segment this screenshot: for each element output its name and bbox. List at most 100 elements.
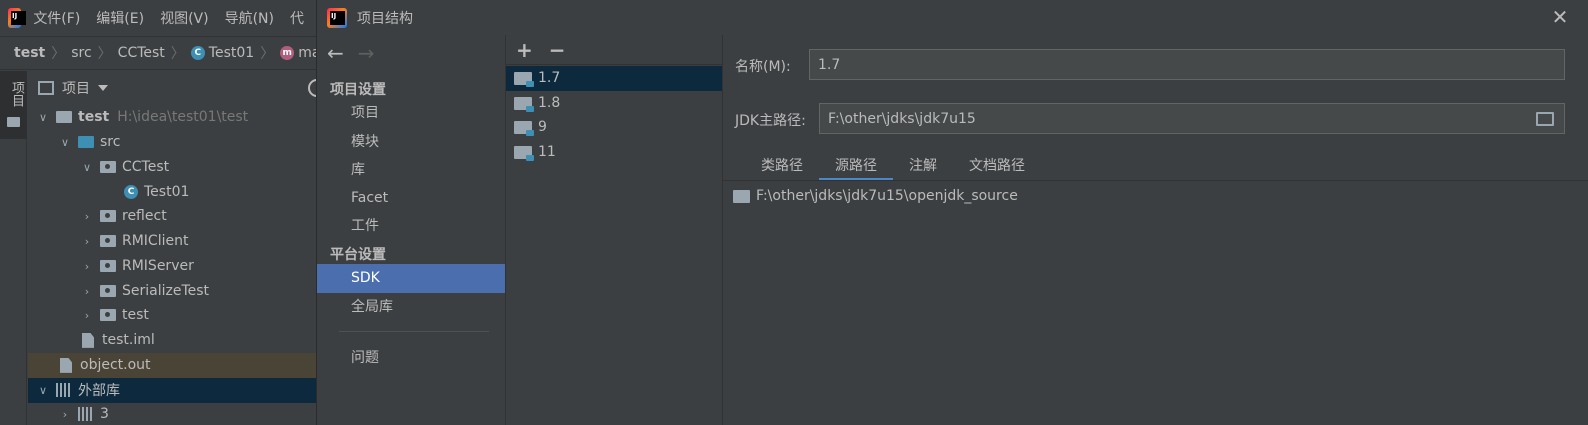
tree-row[interactable]: › RMIClient	[28, 229, 320, 254]
tree-label: SerializeTest	[122, 283, 210, 300]
sdk-list-item[interactable]: 1.8	[506, 91, 722, 116]
package-icon	[100, 210, 116, 223]
sdk-list-toolbar: + −	[506, 35, 722, 65]
class-icon: C	[190, 46, 205, 60]
tree-label: reflect	[122, 208, 167, 225]
tree-row[interactable]: › SerializeTest	[28, 279, 320, 304]
jdk-folder-icon	[514, 145, 534, 161]
add-icon[interactable]: +	[516, 40, 533, 60]
chevron-right-icon[interactable]: ›	[80, 308, 94, 322]
breadcrumb-src[interactable]: src	[71, 45, 91, 61]
tree-row[interactable]: › 3	[28, 402, 320, 425]
tree-row[interactable]: object.out	[28, 353, 320, 378]
project-tool-tab-label: 项目	[9, 81, 24, 107]
project-tool-tab[interactable]: 项目	[0, 71, 27, 139]
file-icon	[60, 357, 72, 373]
nav-item-problems[interactable]: 问题	[317, 344, 505, 373]
intellij-logo-icon	[8, 8, 27, 28]
folder-icon	[7, 117, 20, 127]
list-item[interactable]: F:\other\jdks\jdk7u15\openjdk_source	[733, 185, 1018, 207]
tree-row[interactable]: C Test01	[28, 180, 320, 205]
library-icon	[56, 383, 72, 398]
chevron-down-icon[interactable]: ∨	[36, 383, 50, 397]
project-settings-header: 项目设置	[330, 82, 386, 98]
arrow-right-icon[interactable]: →	[358, 41, 375, 65]
menu-edit[interactable]: 编辑(E)	[96, 8, 144, 28]
chevron-down-icon[interactable]	[98, 85, 108, 91]
package-icon	[100, 309, 116, 322]
file-icon	[82, 332, 94, 348]
tab-annotations[interactable]: 注解	[893, 153, 953, 181]
nav-item-facets[interactable]: Facet	[317, 184, 505, 213]
sdk-list-item[interactable]: 1.7	[506, 66, 722, 91]
tree-row[interactable]: test.iml	[28, 328, 320, 353]
folder-open-icon[interactable]	[1536, 112, 1554, 126]
chevron-right-icon[interactable]: ›	[80, 284, 94, 298]
jdk-folder-icon	[514, 71, 534, 87]
menu-code[interactable]: 代	[290, 8, 304, 28]
name-field[interactable]: 1.7	[809, 49, 1565, 80]
breadcrumb-separator-icon: 〉	[260, 46, 275, 62]
menu-navigate[interactable]: 导航(N)	[225, 8, 274, 28]
sdk-label: 1.7	[538, 70, 561, 87]
close-icon[interactable]: ✕	[1551, 7, 1569, 27]
tree-row[interactable]: ∨ 外部库	[28, 378, 320, 403]
sdk-detail-panel: 名称(M): 1.7 JDK主路径: F:\other\jdks\jdk7u15…	[723, 35, 1588, 425]
class-icon: C	[124, 185, 138, 200]
breadcrumb-class[interactable]: C Test01	[190, 45, 254, 61]
breadcrumb-method[interactable]: mmain	[280, 45, 320, 61]
chevron-right-icon[interactable]: ›	[80, 209, 94, 223]
tree-path: H:\idea\test01\test	[117, 109, 249, 126]
tree-label: RMIClient	[122, 233, 189, 250]
menu-view[interactable]: 视图(V)	[160, 8, 209, 28]
tab-divider	[723, 180, 1588, 181]
tree-label: CCTest	[122, 159, 170, 176]
module-folder-icon	[56, 111, 72, 124]
jdk-home-value: F:\other\jdks\jdk7u15	[828, 110, 976, 127]
package-icon	[100, 285, 116, 298]
nav-item-sdk[interactable]: SDK	[317, 264, 505, 293]
tree-row[interactable]: ∨ CCTest	[28, 155, 320, 180]
nav-divider	[339, 331, 489, 332]
dialog-title: 项目结构	[357, 10, 413, 27]
breadcrumb-package[interactable]: CCTest	[118, 45, 165, 61]
tree-label: Test01	[144, 184, 190, 201]
tab-classpath[interactable]: 类路径	[745, 153, 819, 181]
tree-row[interactable]: ∨ test H:\idea\test01\test	[28, 105, 320, 130]
project-panel-title[interactable]: 项目	[62, 78, 90, 98]
jdk-folder-icon	[514, 96, 534, 112]
chevron-right-icon[interactable]: ›	[80, 234, 94, 248]
tab-documentation-paths[interactable]: 文档路径	[953, 153, 1041, 181]
chevron-down-icon[interactable]: ∨	[80, 160, 94, 174]
nav-item-artifacts[interactable]: 工件	[317, 212, 505, 241]
breadcrumb-separator-icon: 〉	[170, 46, 185, 62]
nav-item-global-libraries[interactable]: 全局库	[317, 293, 505, 322]
source-path: F:\other\jdks\jdk7u15\openjdk_source	[756, 188, 1018, 204]
sdk-list-item[interactable]: 11	[506, 140, 722, 165]
nav-item-modules[interactable]: 模块	[317, 128, 505, 157]
menu-file[interactable]: 文件(F)	[33, 8, 80, 28]
method-icon: m	[280, 46, 295, 60]
arrow-left-icon[interactable]: ←	[327, 41, 344, 65]
breadcrumb-project[interactable]: test	[14, 45, 45, 61]
sdk-label: 9	[538, 119, 547, 136]
chevron-right-icon[interactable]: ›	[80, 259, 94, 273]
tree-row[interactable]: › reflect	[28, 204, 320, 229]
sdk-label: 11	[538, 144, 556, 161]
tab-sourcepath[interactable]: 源路径	[819, 153, 893, 181]
jdk-folder-icon	[514, 120, 534, 136]
chevron-down-icon[interactable]: ∨	[58, 135, 72, 149]
nav-item-libraries[interactable]: 库	[317, 156, 505, 185]
nav-item-project[interactable]: 项目	[317, 99, 505, 128]
chevron-down-icon[interactable]: ∨	[36, 110, 50, 124]
project-window-icon	[38, 81, 54, 95]
chevron-right-icon[interactable]: ›	[58, 407, 72, 421]
tree-row[interactable]: ∨ src	[28, 130, 320, 155]
tree-row[interactable]: › test	[28, 303, 320, 328]
sdk-list-item[interactable]: 9	[506, 115, 722, 140]
remove-icon[interactable]: −	[549, 40, 566, 60]
breadcrumb: test 〉 src 〉 CCTest 〉 CTest01 〉 mmain	[0, 36, 320, 70]
tree-row[interactable]: › RMIServer	[28, 254, 320, 279]
jdk-home-field[interactable]: F:\other\jdks\jdk7u15	[819, 103, 1565, 134]
tree-label: 外部库	[78, 383, 120, 400]
